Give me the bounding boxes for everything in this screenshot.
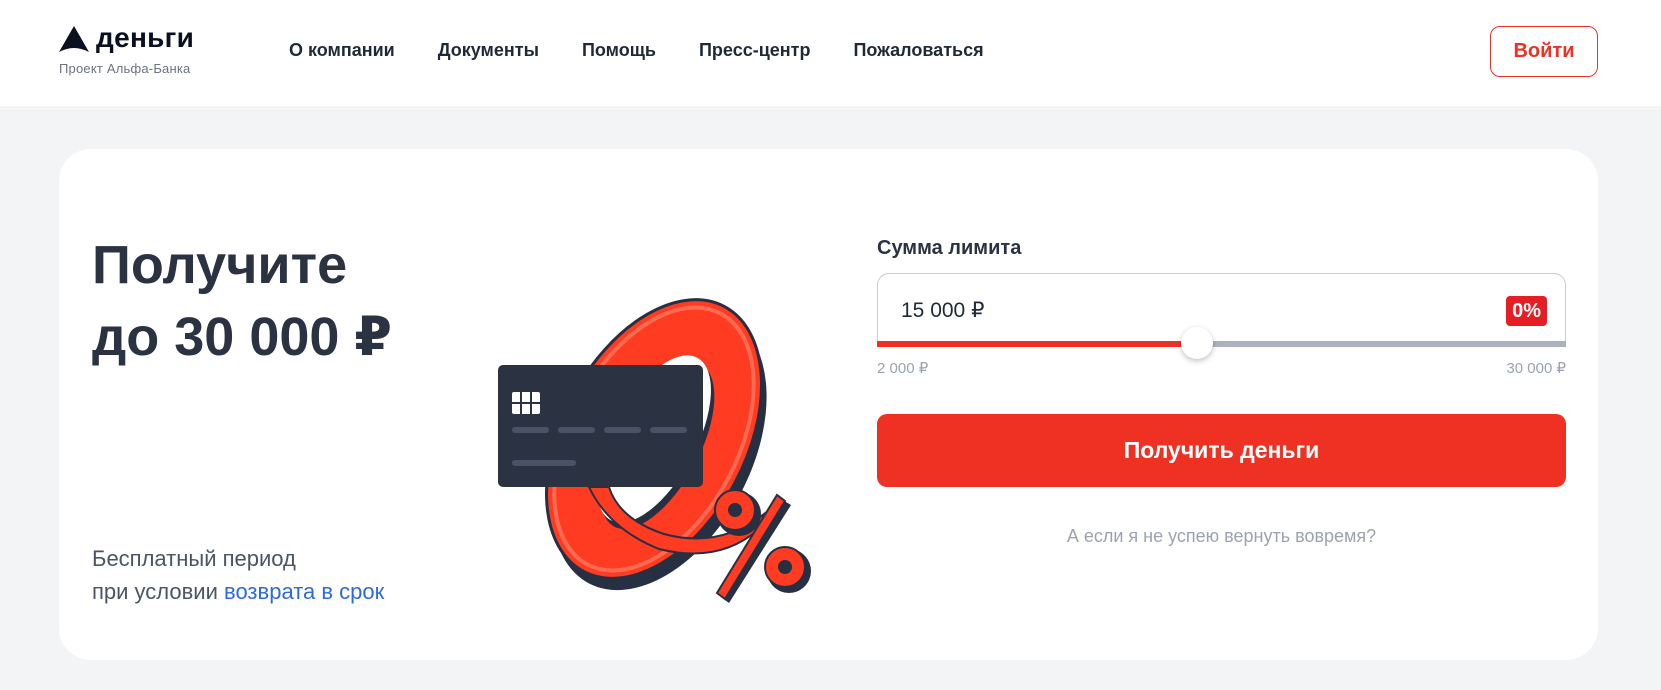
nav-press-center[interactable]: Пресс-центр <box>699 40 810 61</box>
hero-title: Получите до 30 000 ₽ <box>92 229 392 373</box>
range-max-label: 30 000 ₽ <box>1506 360 1566 377</box>
range-min-label: 2 000 ₽ <box>877 360 929 377</box>
main-nav: О компании Документы Помощь Пресс-центр … <box>289 40 984 61</box>
return-on-time-link[interactable]: возврата в срок <box>224 579 384 604</box>
nav-about[interactable]: О компании <box>289 40 395 61</box>
amount-input[interactable]: 15 000 ₽ 0% <box>877 273 1566 345</box>
slider-thumb[interactable] <box>1180 327 1213 359</box>
hero-subtitle-prefix: при условии <box>92 579 224 604</box>
credit-card-illustration <box>498 365 703 487</box>
hero-title-line1: Получите <box>92 235 348 295</box>
login-button[interactable]: Войти <box>1490 26 1598 77</box>
nav-help[interactable]: Помощь <box>582 40 656 61</box>
limit-label: Сумма лимита <box>877 237 1022 259</box>
zero-percent-badge: 0% <box>1506 296 1547 326</box>
late-return-link[interactable]: А если я не успею вернуть вовремя? <box>877 526 1566 547</box>
alfa-logo-icon <box>59 26 89 52</box>
hero-title-line2: до 30 000 ₽ <box>92 307 393 367</box>
nav-complain[interactable]: Пожаловаться <box>853 40 983 61</box>
hero-subtitle-line1: Бесплатный период <box>92 546 296 571</box>
logo-subtitle: Проект Альфа-Банка <box>59 61 191 76</box>
slider-fill <box>877 341 1197 347</box>
amount-slider[interactable] <box>877 327 1566 359</box>
zero-percent-illustration <box>498 298 811 603</box>
hero-subtitle: Бесплатный период при условии возврата в… <box>92 542 384 608</box>
get-money-button[interactable]: Получить деньги <box>877 414 1566 487</box>
site-header: деньги Проект Альфа-Банка О компании Док… <box>0 0 1661 106</box>
amount-value: 15 000 ₽ <box>901 299 985 322</box>
logo-text: деньги <box>96 22 195 53</box>
nav-documents[interactable]: Документы <box>438 40 539 61</box>
hero-card: Получите до 30 000 ₽ Бесплатный период п… <box>59 149 1598 660</box>
